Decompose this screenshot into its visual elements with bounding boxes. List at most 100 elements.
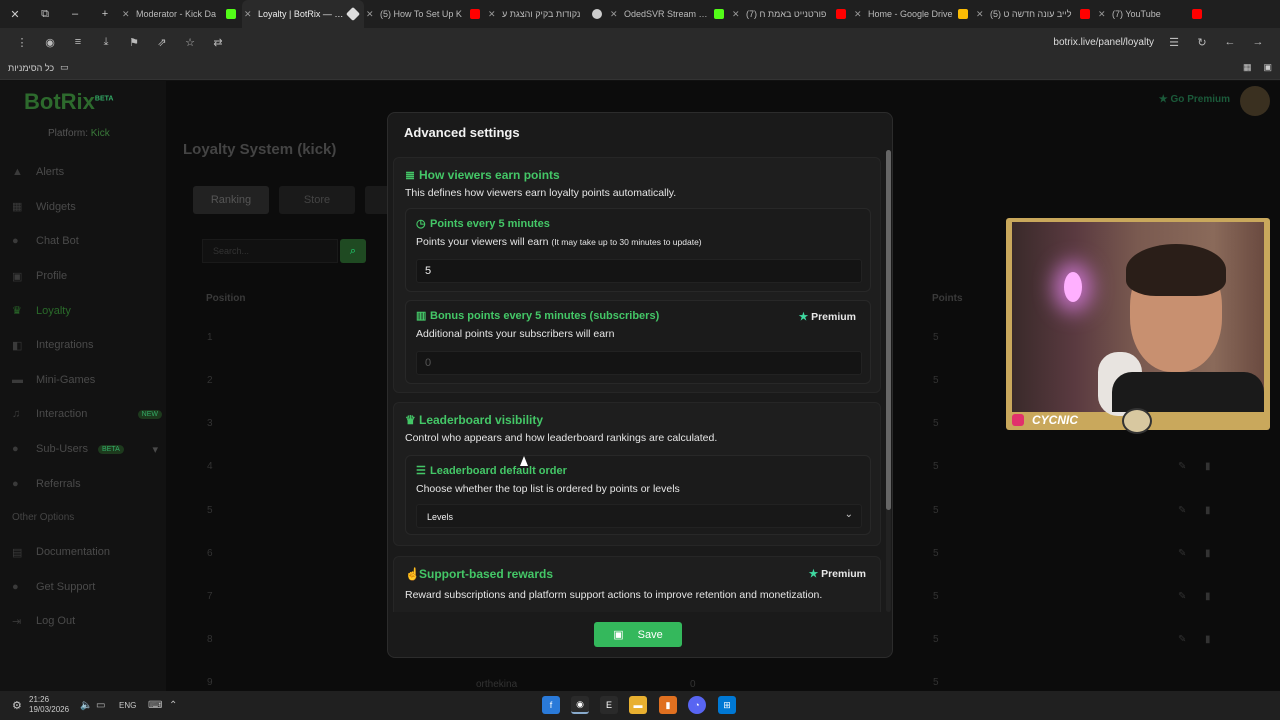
bookmark-star-icon[interactable]: ☆ (176, 36, 204, 49)
chatgpt-favicon-icon (592, 9, 602, 19)
browser-tab[interactable]: ✕ (7) פורטנייט באמת ח (730, 0, 852, 28)
keyboard-icon[interactable]: ⌨ (148, 700, 162, 711)
browser-tab[interactable]: ✕ (5) How To Set Up K (364, 0, 486, 28)
media-icon[interactable]: ≡ (64, 36, 92, 48)
discord-icon[interactable]: ◔ (688, 696, 706, 714)
botrix-logo[interactable]: BotRixBETA (24, 89, 113, 115)
close-tab-icon[interactable]: ✕ (854, 9, 862, 20)
sidebar-item-widgets[interactable]: ▦ Widgets (12, 190, 162, 225)
minimize-icon[interactable]: – (60, 0, 90, 28)
translate-icon[interactable]: ⇄ (204, 36, 232, 49)
network-icon[interactable]: ▭ (96, 700, 105, 711)
close-tab-icon[interactable]: ✕ (122, 9, 130, 20)
tab-ranking[interactable]: Ranking (193, 186, 269, 214)
delete-icon[interactable]: ▮ (1205, 634, 1211, 645)
browser-tab[interactable]: ✕ Home - Google Drive (852, 0, 974, 28)
browser-tab-active[interactable]: ✕ Loyalty | BotRix — Ch (242, 0, 364, 28)
volume-icon[interactable]: 🔈 (80, 700, 92, 711)
browser-tab[interactable]: ✕ (5) לייב עונה חדשה ט (974, 0, 1096, 28)
list-order-icon: ☰ (416, 465, 426, 477)
sidebar-item-interaction[interactable]: ♫ Interaction NEW (12, 397, 162, 432)
edit-icon[interactable]: ✎ (1178, 505, 1186, 516)
sidebar-item-chat-bot[interactable]: ● Chat Bot (12, 224, 162, 259)
close-window-icon[interactable]: ✕ (0, 0, 30, 28)
save-button[interactable]: ▣ Save (594, 622, 682, 647)
reload-icon[interactable]: ↻ (1188, 36, 1216, 49)
sidebar-item-profile[interactable]: ▣ Profile (12, 259, 162, 294)
scrollbar-thumb[interactable] (886, 150, 891, 510)
go-premium-link[interactable]: ★ Go Premium (1159, 94, 1230, 105)
edit-icon[interactable]: ✎ (1178, 591, 1186, 602)
support-rewards-section: ☝Support-based rewards ★ Premium Reward … (393, 556, 881, 612)
delete-icon[interactable]: ▮ (1205, 461, 1211, 472)
edit-icon[interactable]: ✎ (1178, 461, 1186, 472)
windows-start-icon[interactable]: ⊞ (718, 696, 736, 714)
sidebar-item-referrals[interactable]: ● Referrals (12, 466, 162, 501)
close-tab-icon[interactable]: ✕ (1098, 9, 1106, 20)
share-icon[interactable]: ⇗ (148, 36, 176, 49)
extensions-icon[interactable]: ⚑ (120, 36, 148, 49)
app-icon-orange[interactable]: ▮ (659, 696, 677, 714)
delete-icon[interactable]: ▮ (1205, 548, 1211, 559)
sidebar-item-get-support[interactable]: ● Get Support (12, 570, 162, 605)
sidebar-item-alerts[interactable]: ▲ Alerts (12, 155, 162, 190)
chevron-up-icon[interactable]: ⌃ (169, 700, 177, 711)
delete-icon[interactable]: ▮ (1205, 591, 1211, 602)
close-tab-icon[interactable]: ✕ (976, 9, 984, 20)
other-options-title: Other Options (12, 512, 75, 524)
browser-tab[interactable]: ✕ (7) YouTube (1096, 0, 1208, 28)
sidebar-item-integrations[interactable]: ◧ Integrations (12, 328, 162, 363)
row-points: 5 (933, 677, 939, 688)
edit-icon[interactable]: ✎ (1178, 548, 1186, 559)
tab-search-icon[interactable]: ⧉ (30, 0, 60, 28)
sidepanel-icon[interactable]: ▣ (1263, 62, 1272, 73)
sidebar-item-loyalty[interactable]: ♛ Loyalty (12, 293, 162, 328)
site-settings-icon[interactable]: ☰ (1160, 36, 1188, 49)
row-points: 5 (933, 634, 939, 645)
search-input[interactable]: Search... (202, 239, 338, 263)
close-tab-icon[interactable]: ✕ (366, 9, 374, 20)
close-tab-icon[interactable]: ✕ (610, 9, 618, 20)
file-explorer-icon[interactable]: ▬ (629, 696, 647, 714)
new-tab-button[interactable]: + (90, 0, 120, 28)
close-tab-icon[interactable]: ✕ (244, 9, 252, 20)
url-field[interactable]: botrix.live/panel/loyalty (1053, 37, 1160, 48)
browser-tab[interactable]: ✕ Moderator - Kick Da (120, 0, 242, 28)
close-tab-icon[interactable]: ✕ (488, 9, 496, 20)
points-every-input[interactable]: 5 (416, 259, 862, 283)
sidebar-item-sub-users[interactable]: ● Sub-Users BETA ▾ (12, 432, 162, 467)
delete-icon[interactable]: ▮ (1205, 505, 1211, 516)
language-indicator[interactable]: ENG (119, 701, 136, 710)
menu-dots-icon[interactable]: ⋮ (8, 36, 36, 49)
back-icon[interactable]: ← (1216, 36, 1244, 48)
sidebar-item-documentation[interactable]: ▤ Documentation (12, 535, 162, 570)
forward-icon[interactable]: → (1244, 36, 1272, 48)
close-tab-icon[interactable]: ✕ (732, 9, 740, 20)
sidebar-item-mini-games[interactable]: ▬ Mini-Games (12, 363, 162, 398)
grid-icon[interactable]: ▦ (1243, 62, 1252, 73)
browser-tab[interactable]: ✕ OdedSVR Stream - W (608, 0, 730, 28)
all-bookmarks-label[interactable]: כל הסימניות (8, 63, 54, 73)
bonus-points-input[interactable]: 0 (416, 351, 862, 375)
modal-scroll-area[interactable]: ≣ How viewers earn points This defines ho… (393, 150, 883, 612)
search-button[interactable]: ⌕ (340, 239, 366, 263)
app-icon-f[interactable]: f (542, 696, 560, 714)
clock[interactable]: 21:26 19/03/2026 (29, 695, 69, 715)
settings-gear-icon[interactable]: ⚙ (12, 699, 22, 712)
epic-games-icon[interactable]: E (600, 696, 618, 714)
tab-store[interactable]: Store (279, 186, 355, 214)
edit-icon[interactable]: ✎ (1178, 634, 1186, 645)
kick-favicon-icon (226, 9, 236, 19)
chevron-down-icon[interactable]: ▾ (152, 443, 158, 456)
avatar[interactable] (1240, 86, 1270, 116)
sidebar-item-log-out[interactable]: ⇥ Log Out (12, 604, 162, 639)
row-value: 0 (690, 679, 696, 690)
profile-icon[interactable]: ◉ (36, 36, 64, 49)
support-rewards-description: Reward subscriptions and platform suppor… (405, 589, 823, 601)
webcam-feed (1012, 222, 1264, 416)
chrome-icon[interactable]: ◉ (571, 696, 589, 714)
browser-tab[interactable]: ✕ נקודות בקיק והצגת ע (486, 0, 608, 28)
download-icon[interactable]: ⤓ (92, 36, 120, 49)
modal-scrollbar[interactable] (886, 150, 891, 612)
leaderboard-order-select[interactable]: Levels ⌄ (416, 504, 862, 528)
